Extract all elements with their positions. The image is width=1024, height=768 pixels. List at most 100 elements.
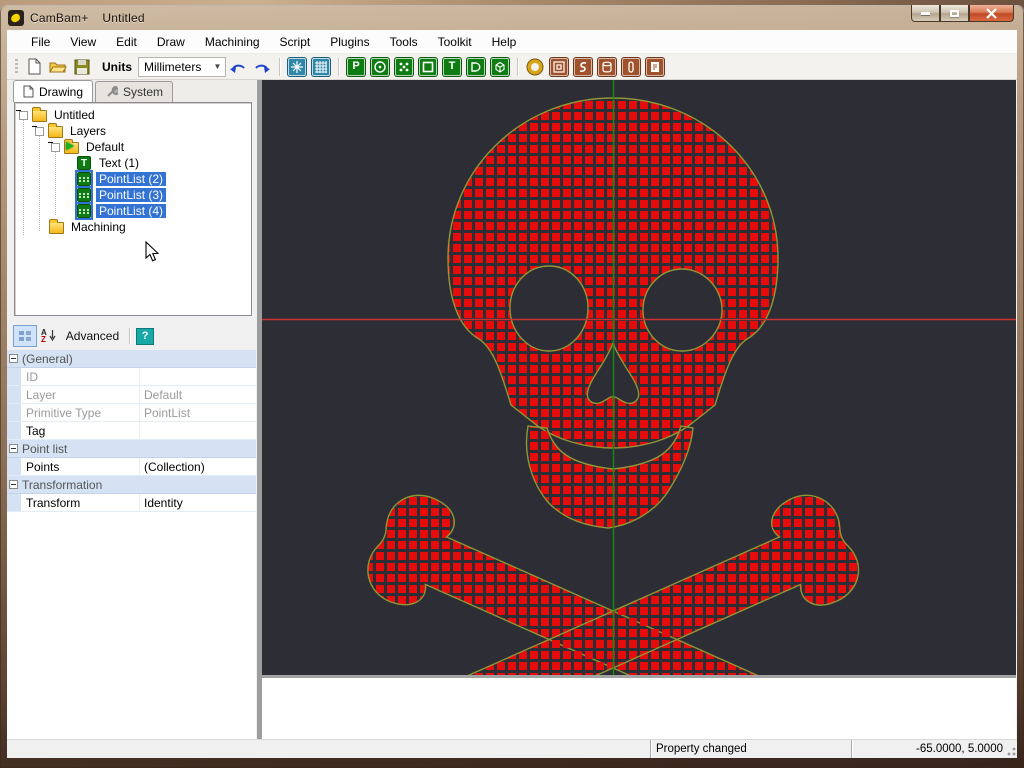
draw-circle-button[interactable] [369, 56, 391, 77]
property-row-tag[interactable]: Tag [7, 422, 256, 440]
mop-engrave-button[interactable] [572, 56, 594, 77]
property-row-id[interactable]: ID [7, 368, 256, 386]
text-primitive-icon: T [77, 156, 91, 170]
collapse-icon[interactable] [9, 354, 18, 363]
tree-item-label: Layers [67, 124, 109, 138]
collapse-icon[interactable] [9, 480, 18, 489]
draw-text-button[interactable]: T [441, 56, 463, 77]
tree-item-layers[interactable]: Layers [31, 123, 109, 139]
menu-plugins[interactable]: Plugins [320, 32, 379, 52]
resize-grip-icon[interactable] [1004, 744, 1016, 756]
undo-button[interactable] [227, 56, 249, 77]
tree-item-machining[interactable]: Machining [31, 219, 129, 235]
property-label: Transform [21, 494, 140, 511]
mop-3d-profile-button[interactable] [620, 56, 642, 77]
draw-pointlist-button[interactable] [393, 56, 415, 77]
tab-system-label: System [123, 85, 163, 99]
menu-view[interactable]: View [60, 32, 106, 52]
title-bar[interactable]: CamBam+Untitled [0, 5, 1024, 30]
tree-item-pointlist-2[interactable]: PointList (2) [77, 171, 166, 187]
row-indent [7, 404, 21, 421]
property-row-points[interactable]: Points (Collection) [7, 458, 256, 476]
advanced-button[interactable]: Advanced [66, 329, 119, 343]
window-title: CamBam+Untitled [30, 11, 145, 25]
toggle-grid-button[interactable] [310, 56, 332, 77]
tree-item-text-1[interactable]: T Text (1) [77, 155, 142, 171]
property-row-transform[interactable]: Transform Identity [7, 494, 256, 512]
tree-item-label: Machining [68, 220, 129, 234]
status-message-text: Property changed [656, 743, 747, 755]
collapse-icon[interactable] [35, 127, 44, 136]
maximize-button[interactable] [940, 5, 969, 22]
draw-polyline-button[interactable]: P [345, 56, 367, 77]
row-indent [7, 458, 21, 475]
mop-nc-file-button[interactable] [644, 56, 666, 77]
menu-tools[interactable]: Tools [380, 32, 428, 52]
undo-icon [229, 60, 247, 74]
property-category-transformation[interactable]: Transformation [7, 476, 256, 494]
toggle-axes-icon [288, 58, 306, 76]
new-file-button[interactable] [23, 56, 45, 77]
property-category-point-list[interactable]: Point list [7, 440, 256, 458]
property-category-general[interactable]: (General) [7, 350, 256, 368]
minimize-button[interactable] [911, 5, 940, 22]
menu-file[interactable]: File [21, 32, 60, 52]
row-indent [7, 494, 21, 511]
row-indent [7, 422, 21, 439]
window-title-app: CamBam+ [30, 11, 88, 25]
alphabetical-sort-button[interactable]: AZ [41, 325, 56, 347]
open-file-button[interactable] [47, 56, 69, 77]
tab-system[interactable]: System [95, 81, 173, 102]
window-controls [911, 5, 1014, 22]
folder-icon [49, 220, 63, 234]
mop-drill-button[interactable] [524, 56, 546, 77]
menu-edit[interactable]: Edit [106, 32, 147, 52]
units-combobox[interactable]: Millimeters ▼ [138, 57, 226, 77]
menu-machining[interactable]: Machining [195, 32, 270, 52]
menu-toolkit[interactable]: Toolkit [428, 32, 482, 52]
property-label: Tag [21, 422, 140, 439]
categorized-view-button[interactable] [13, 325, 37, 347]
mop-engrave-icon [574, 58, 592, 76]
draw-3d-shape-button[interactable] [489, 56, 511, 77]
collapse-icon[interactable] [19, 111, 28, 120]
mop-pocket-button[interactable] [548, 56, 570, 77]
property-row-primitive-type[interactable]: Primitive Type PointList [7, 404, 256, 422]
redo-button[interactable] [251, 56, 273, 77]
draw-rectangle-button[interactable] [417, 56, 439, 77]
folder-icon [32, 108, 46, 122]
property-value: (Collection) [140, 460, 256, 474]
panel-tabstrip: Drawing System [7, 80, 256, 102]
menu-help[interactable]: Help [482, 32, 527, 52]
category-label: Transformation [22, 478, 102, 492]
window-body: File View Edit Draw Machining Script Plu… [7, 30, 1017, 758]
property-label: Primitive Type [21, 404, 140, 421]
menu-script[interactable]: Script [270, 32, 321, 52]
menu-draw[interactable]: Draw [147, 32, 195, 52]
mop-3d-profile-icon [622, 58, 640, 76]
tree-item-label: PointList (3) [96, 188, 166, 202]
property-value: PointList [140, 406, 256, 420]
drawing-tree[interactable]: Untitled Layers Default T Text (1) [14, 102, 252, 316]
tree-item-untitled[interactable]: Untitled [15, 107, 98, 123]
chevron-down-icon[interactable]: ▼ [210, 58, 225, 76]
units-label: Units [102, 60, 132, 74]
help-button[interactable]: ? [136, 328, 154, 345]
tree-item-pointlist-3[interactable]: PointList (3) [77, 187, 166, 203]
collapse-icon[interactable] [51, 143, 60, 152]
toolbar-separator [338, 58, 339, 76]
close-button[interactable] [969, 5, 1014, 22]
mop-profile-button[interactable] [596, 56, 618, 77]
collapse-icon[interactable] [9, 444, 18, 453]
property-label: ID [21, 368, 140, 385]
drawing-canvas[interactable] [262, 80, 1016, 675]
tree-item-default-layer[interactable]: Default [47, 139, 127, 155]
canvas-lower-pane [262, 678, 1016, 739]
toggle-axes-button[interactable] [286, 56, 308, 77]
save-file-icon [74, 59, 90, 75]
tab-drawing[interactable]: Drawing [13, 80, 93, 102]
property-row-layer[interactable]: Layer Default [7, 386, 256, 404]
draw-surface-button[interactable] [465, 56, 487, 77]
tree-item-pointlist-4[interactable]: PointList (4) [77, 203, 166, 219]
save-file-button[interactable] [71, 56, 93, 77]
